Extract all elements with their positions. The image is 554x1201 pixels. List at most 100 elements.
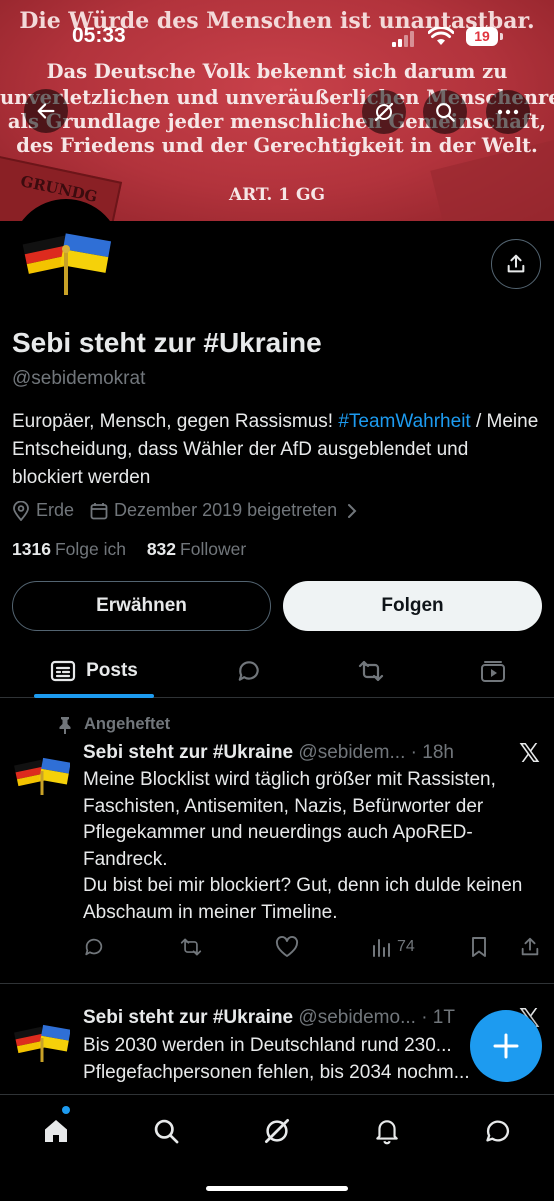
mention-button[interactable]: Erwähnen: [12, 581, 271, 631]
tweet-author-handle: @sebidem...: [298, 742, 406, 763]
reply-button[interactable]: [83, 936, 109, 958]
pinned-text: Angeheftet: [84, 715, 171, 733]
follow-counts: 1316 Folge ich 832 Follower: [12, 539, 246, 560]
bookmark-icon: [472, 937, 486, 957]
battery-tip: [500, 33, 503, 40]
banner-line: unverletzlichen und unveräußerlichen Men…: [0, 86, 554, 109]
nav-home[interactable]: [36, 1111, 76, 1151]
tweet-actions: 74: [83, 936, 543, 962]
tweet-time: · 1T: [421, 1007, 455, 1028]
pinned-label: Angeheftet: [58, 715, 170, 734]
search-button[interactable]: [423, 90, 467, 134]
profile-name: Sebi steht zur #Ukraine: [12, 327, 322, 358]
tab-posts-label: Posts: [86, 660, 138, 681]
location-text: Erde: [36, 500, 75, 520]
nav-messages[interactable]: [478, 1111, 518, 1151]
tweet-divider: [0, 983, 554, 984]
bell-icon: [376, 1120, 398, 1145]
tweet-header: Sebi steht zur #Ukraine @sebidemo... · 1…: [83, 1007, 455, 1029]
followers-count: 832: [146, 539, 177, 559]
wifi-icon: [428, 27, 454, 45]
profile-meta: Erde Dezember 2019 beigetreten: [12, 500, 381, 521]
followers-link[interactable]: 832 Follower: [147, 539, 246, 559]
nav-search[interactable]: [146, 1111, 186, 1151]
joined-text: Dezember 2019 beigetreten: [114, 500, 338, 520]
like-button[interactable]: [275, 936, 303, 958]
following-count: 1316: [12, 539, 51, 559]
share-button[interactable]: [491, 239, 541, 289]
tweet-text[interactable]: Bis 2030 werden in Deutschland rund 230.…: [83, 1033, 533, 1093]
tweet-author-name[interactable]: Sebi steht zur #Ukraine: [83, 1007, 293, 1028]
grok-icon: [374, 102, 394, 122]
tweet-avatar[interactable]: [14, 1012, 70, 1068]
location-pin-icon: [13, 500, 29, 521]
chevron-right-icon: [348, 503, 357, 518]
home-icon: [45, 1120, 67, 1142]
tab-posts[interactable]: Posts: [34, 645, 154, 698]
nav-grok[interactable]: [257, 1111, 297, 1151]
tweet-header: Sebi steht zur #Ukraine @sebidem... · 18…: [83, 742, 454, 764]
calendar-icon: [90, 502, 108, 519]
more-icon: [497, 109, 519, 115]
tweet-author-name[interactable]: Sebi steht zur #Ukraine: [83, 742, 293, 763]
tweet-author-handle: @sebidemo...: [298, 1007, 416, 1028]
pin-icon: [59, 716, 71, 734]
arrow-left-icon: [37, 103, 55, 119]
active-tab-indicator: [34, 694, 154, 698]
signal-icon: [392, 31, 418, 47]
home-indicator: [206, 1186, 348, 1191]
share-icon: [507, 254, 525, 273]
repost-icon: [180, 938, 202, 956]
tweet-avatar[interactable]: [14, 745, 70, 801]
grok-button[interactable]: [362, 90, 406, 134]
location: Erde: [12, 500, 74, 521]
views-button[interactable]: 74: [371, 936, 415, 958]
tweet-time: · 18h: [410, 742, 454, 763]
heart-icon: [275, 936, 299, 957]
battery-indicator: 19: [466, 27, 498, 46]
banner-line: als Grundlage jeder menschlichen Gemeins…: [7, 110, 547, 133]
followers-label: Follower: [180, 539, 247, 559]
bio-text: Europäer, Mensch, gegen Rassismus!: [12, 411, 339, 432]
x-logo-icon: 𝕏: [519, 738, 540, 768]
tweet-text[interactable]: Meine Blocklist wird täglich größer mit …: [83, 767, 533, 926]
avatar[interactable]: [11, 199, 121, 309]
profile-handle: @sebidemokrat: [12, 368, 146, 389]
reply-icon: [85, 938, 103, 956]
repost-button[interactable]: [178, 936, 208, 958]
status-time: 05:33: [72, 24, 126, 47]
analytics-icon: [373, 939, 390, 957]
views-count: 74: [397, 938, 415, 955]
bio-hashtag-link[interactable]: #TeamWahrheit: [338, 411, 470, 432]
more-button[interactable]: [486, 90, 530, 134]
banner-line: des Friedens und der Gerechtigkeit in de…: [16, 134, 538, 157]
following-label: Folge ich: [54, 539, 126, 559]
share-icon: [521, 937, 539, 956]
message-icon: [486, 1120, 510, 1142]
following-link[interactable]: 1316 Folge ich: [12, 539, 126, 559]
back-button[interactable]: [24, 89, 68, 133]
tab-reposts[interactable]: [351, 645, 391, 697]
reply-icon: [238, 661, 259, 681]
tab-replies[interactable]: [229, 645, 269, 697]
tab-media[interactable]: [473, 645, 513, 697]
compose-button[interactable]: [470, 1010, 542, 1082]
nav-notifications[interactable]: [367, 1111, 407, 1151]
grok-icon: [265, 1119, 289, 1143]
plus-icon: [493, 1033, 519, 1059]
follow-button[interactable]: Folgen: [283, 581, 542, 631]
search-icon: [154, 1119, 179, 1144]
profile-tabs: Posts: [0, 645, 554, 698]
tweet-share-button[interactable]: [519, 936, 545, 958]
joined-date[interactable]: Dezember 2019 beigetreten: [90, 500, 365, 521]
repost-icon: [358, 660, 384, 682]
media-icon: [481, 661, 505, 682]
posts-icon: [51, 660, 76, 682]
banner-line: Das Deutsche Volk bekennt sich darum zu: [46, 60, 508, 83]
profile-bio: Europäer, Mensch, gegen Rassismus! #Team…: [12, 408, 542, 492]
bottom-nav: [0, 1094, 554, 1201]
home-notification-dot: [62, 1106, 70, 1114]
flag-pin-icon: [22, 233, 112, 295]
search-icon: [436, 103, 455, 122]
bookmark-button[interactable]: [470, 936, 492, 958]
